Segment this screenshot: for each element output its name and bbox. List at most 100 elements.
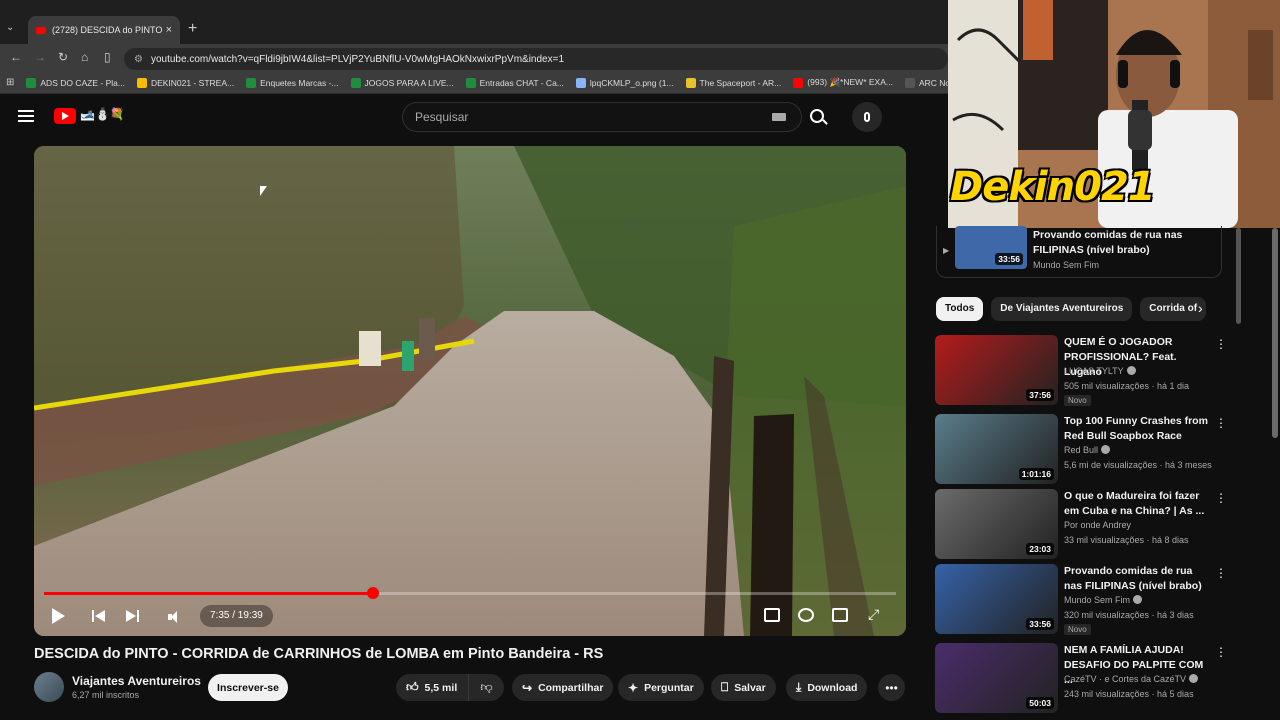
share-button[interactable]: ↪ Compartilhar [512,674,614,701]
mic-icon [864,112,870,122]
video-title[interactable]: O que o Madureira foi fazer em Cuba e na… [1064,489,1208,519]
bookmark-item[interactable]: Entradas CHAT - Ca... [465,77,564,88]
fullscreen-icon[interactable]: ⤢ [868,606,879,623]
video-duration: 37:56 [1026,389,1054,401]
channel-label: Red Bull [1064,445,1099,455]
video-title[interactable]: Top 100 Funny Crashes from Red Bull Soap… [1064,414,1208,444]
more-options-icon[interactable]: ⋮ [1215,645,1227,659]
channel-avatar[interactable] [34,672,64,702]
keyboard-icon[interactable] [772,113,786,121]
video-thumbnail[interactable]: 50:03 [935,643,1058,713]
recommended-video[interactable]: 1:01:16 Top 100 Funny Crashes from Red Bu… [935,414,1227,484]
new-tab-icon[interactable]: + [188,20,197,38]
recommended-video[interactable]: 33:56 Provando comidas de rua nas FILIPIN… [935,564,1227,635]
more-actions-button[interactable]: ••• [878,674,905,701]
bookmark-label: ARC Now on Xb [918,77,948,88]
filter-chip[interactable]: Corrida of [1140,297,1207,321]
channel-name[interactable]: Viajantes Aventureiros [72,674,201,688]
video-thumbnail[interactable]: 33:56 [935,564,1058,634]
more-options-icon[interactable]: ⋮ [1215,416,1227,430]
close-tab-icon[interactable]: × [166,24,172,36]
bookmark-item[interactable]: DEKIN021 - STREA... [136,77,234,88]
video-thumbnail[interactable]: 37:56 [935,335,1058,405]
more-options-icon[interactable]: ⋮ [1215,491,1227,505]
play-icon[interactable] [52,608,65,624]
verified-icon [1133,595,1143,604]
bookmark-favicon-icon [350,77,361,88]
search-input[interactable]: Pesquisar [402,102,802,132]
streamer-name-overlay: Dekin021 [950,164,1156,210]
bookmark-item[interactable]: Enquetes Marcas -... [246,77,339,88]
bookmark-item[interactable]: The Spaceport - AR... [685,77,781,88]
share-label: Compartilhar [538,681,604,694]
filter-chip[interactable]: De Viajantes Aventureiros [991,297,1133,321]
save-button[interactable]: ⎕ Salvar [711,674,776,701]
video-frame [34,146,906,636]
video-player[interactable]: 7:35 / 19:39 ⤢ [34,146,906,636]
tab-search-icon[interactable]: ⌄ [6,22,14,33]
search-icon[interactable] [810,109,824,123]
bookmark-item[interactable]: (993) 🎉*NEW* EXA... [793,77,893,88]
recommended-video[interactable]: 50:03 NEM A FAMÍLIA AJUDA! DESAFIO DO PAL… [935,643,1227,713]
more-options-icon[interactable]: ⋮ [1215,337,1227,351]
bookmark-item[interactable]: ADS DO CAZE - Pla... [26,77,125,88]
next-icon[interactable] [126,608,140,624]
previous-icon[interactable] [92,608,106,624]
like-button[interactable]: 👍︎ 5,5 mil [396,674,468,701]
video-duration: 50:03 [1026,697,1054,709]
volume-icon[interactable] [168,610,182,624]
video-channel[interactable]: CazéTV · e Cortes da CazéTV [1064,674,1199,684]
bookmark-favicon-icon [246,77,257,88]
forward-icon[interactable]: → [34,50,46,64]
video-channel[interactable]: Red Bull [1064,445,1111,455]
bookmark-item[interactable]: lpqCKMLP_o.png (1... [575,77,674,88]
thumbs-down-icon: 👎︎ [480,680,493,694]
subtitles-icon[interactable] [764,608,780,622]
site-info-icon[interactable]: ⚙ [134,54,143,65]
theater-mode-icon[interactable] [832,608,848,622]
sparkle-icon: ✦ [628,680,639,695]
play-arrow-icon: ▶ [943,246,950,255]
address-bar[interactable]: ⚙ youtube.com/watch?v=qFldi9jbIW4&list=P… [124,48,948,70]
browser-tab[interactable]: (2728) DESCIDA do PINTO × [28,16,180,44]
bookmark-item[interactable]: JOGOS PARA A LIVE... [350,77,454,88]
back-icon[interactable]: ← [10,50,22,64]
browser-tab-strip: ⌄ (2728) DESCIDA do PINTO × + [0,0,948,44]
progress-scrubber[interactable] [366,587,379,599]
video-meta: 320 mil visualizações · há 3 dias [1064,610,1194,620]
playlist-scrollbar[interactable] [1236,228,1241,324]
video-thumbnail[interactable]: 1:01:16 [935,414,1058,484]
settings-icon[interactable] [798,608,814,622]
youtube-logo[interactable] [54,108,76,124]
mini-playlist-card[interactable]: ▶ 33:56 Provando comidas de rua nas FILI… [936,226,1222,278]
channel-label: CazéTV · e Cortes da CazéTV [1064,674,1187,684]
logo-decoration: 🎿⛄💐 [80,107,125,121]
progress-bar[interactable] [44,587,896,599]
video-title[interactable]: Provando comidas de rua nas FILIPINAS (n… [1064,564,1208,594]
video-meta: 243 mil visualizações · há 5 dias [1064,689,1194,699]
home-icon[interactable]: ⌂ [81,50,88,64]
voice-search-button[interactable] [852,102,882,132]
recommended-video[interactable]: 37:56 QUEM É O JOGADOR PROFISSIONAL? Feat… [935,335,1227,406]
apps-grid-icon[interactable]: ⊞ [6,77,14,88]
more-options-icon[interactable]: ⋮ [1215,566,1227,580]
recommended-video[interactable]: 23:03 O que o Madureira foi fazer em Cuba… [935,489,1227,559]
chevron-right-icon[interactable]: › [1198,300,1203,316]
video-duration: 23:03 [1026,543,1054,555]
video-channel[interactable]: Por onde Andrey [1064,520,1131,530]
reload-icon[interactable]: ↻ [58,50,68,64]
channel-label: Por onde Andrey [1064,520,1132,530]
bookmark-label: (993) 🎉*NEW* EXA... [807,77,893,87]
page-scrollbar[interactable] [1272,228,1278,438]
side-panel-icon[interactable]: ▯ [104,50,111,64]
menu-icon[interactable] [18,110,34,122]
video-channel[interactable]: LUCAS TYLTY [1064,366,1136,376]
video-thumbnail[interactable]: 23:03 [935,489,1058,559]
ask-button[interactable]: ✦ Perguntar [618,674,704,701]
dislike-button[interactable]: 👎︎ [468,674,504,701]
bookmark-item[interactable]: ARC Now on Xb [904,77,948,88]
filter-chip[interactable]: Todos [936,297,984,321]
download-button[interactable]: ⤓ Download [786,674,868,701]
subscribe-button[interactable]: Inscrever-se [208,674,288,701]
video-channel[interactable]: Mundo Sem Fim [1064,595,1143,605]
